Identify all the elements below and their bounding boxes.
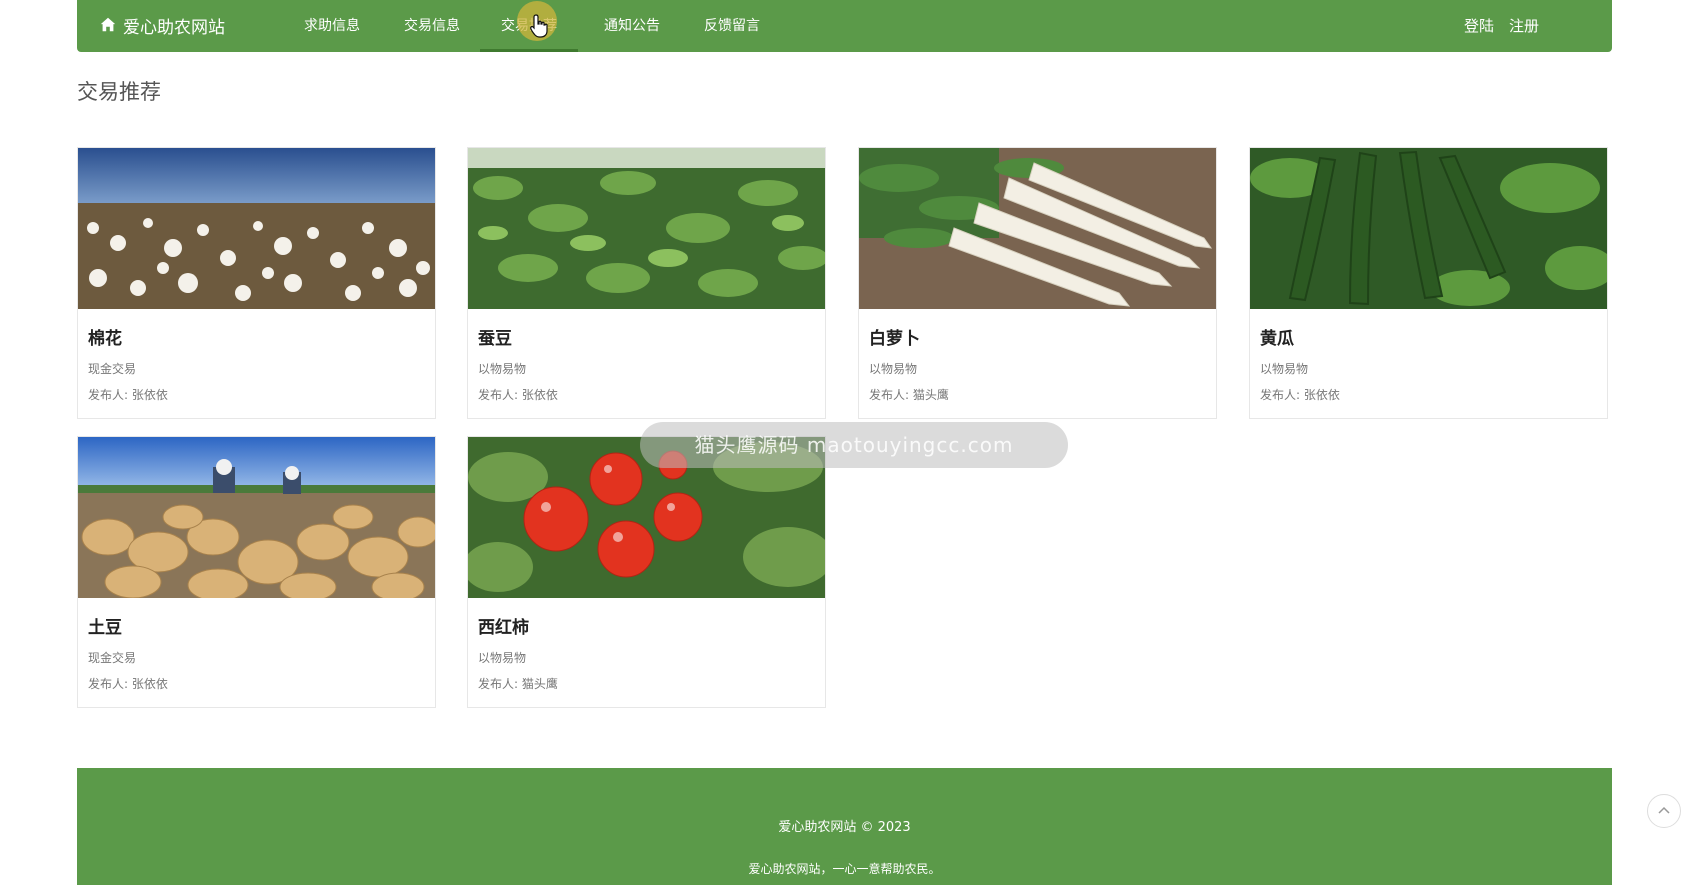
watermark-overlay: 猫头鹰源码 maotouyingcc.com	[640, 422, 1068, 468]
publisher-label: 发布人: 张依依	[88, 677, 168, 691]
white-radish-photo	[859, 148, 1216, 309]
login-link[interactable]: 登陆	[1464, 0, 1494, 52]
nav-notice[interactable]: 通知公告	[597, 0, 667, 52]
product-name: 蚕豆	[478, 329, 512, 349]
trade-type: 以物易物	[869, 362, 918, 376]
cucumber-vine-photo	[1250, 148, 1607, 309]
chevron-up-icon	[1658, 806, 1670, 814]
nav-trade-info[interactable]: 交易信息	[397, 0, 467, 52]
trade-type: 现金交易	[88, 651, 137, 665]
product-name: 土豆	[88, 618, 122, 638]
top-navbar: 爱心助农网站 求助信息 交易信息 交易推荐 通知公告 反馈留言 登陆 注册	[77, 0, 1612, 52]
product-name: 黄瓜	[1260, 329, 1294, 349]
trade-type: 以物易物	[1260, 362, 1309, 376]
product-card[interactable]: 蚕豆 以物易物 发布人: 张依依	[467, 147, 826, 419]
nav-help-info[interactable]: 求助信息	[297, 0, 367, 52]
home-icon	[100, 17, 116, 32]
publisher-label: 发布人: 张依依	[88, 388, 168, 402]
footer: 爱心助农网站 © 2023 爱心助农网站，一心一意帮助农民。	[77, 768, 1612, 885]
trade-type: 以物易物	[478, 362, 527, 376]
brand-logo[interactable]: 爱心助农网站	[99, 0, 225, 50]
footer-slogan: 爱心助农网站，一心一意帮助农民。	[748, 862, 941, 876]
back-to-top-button[interactable]	[1647, 794, 1681, 828]
product-name: 西红柿	[478, 618, 529, 638]
product-name: 棉花	[88, 329, 122, 349]
publisher-label: 发布人: 猫头鹰	[869, 388, 949, 402]
register-link[interactable]: 注册	[1509, 0, 1539, 52]
publisher-label: 发布人: 张依依	[478, 388, 558, 402]
publisher-label: 发布人: 张依依	[1260, 388, 1340, 402]
trade-type: 现金交易	[88, 362, 137, 376]
product-card[interactable]: 西红柿 以物易物 发布人: 猫头鹰	[467, 436, 826, 708]
product-card[interactable]: 棉花 现金交易 发布人: 张依依	[77, 147, 436, 419]
section-title: 交易推荐	[77, 80, 161, 104]
product-name: 白萝卜	[869, 329, 920, 349]
footer-copyright: 爱心助农网站 © 2023	[778, 820, 911, 835]
trade-type: 以物易物	[478, 651, 527, 665]
publisher-label: 发布人: 猫头鹰	[478, 677, 558, 691]
potato-harvest-photo	[78, 437, 435, 598]
product-card[interactable]: 黄瓜 以物易物 发布人: 张依依	[1249, 147, 1608, 419]
brand-name: 爱心助农网站	[123, 17, 225, 38]
broad-bean-plants-photo	[468, 148, 825, 309]
nav-feedback[interactable]: 反馈留言	[697, 0, 767, 52]
hand-cursor-icon	[530, 14, 548, 38]
product-card[interactable]: 土豆 现金交易 发布人: 张依依	[77, 436, 436, 708]
product-card[interactable]: 白萝卜 以物易物 发布人: 猫头鹰	[858, 147, 1217, 419]
cotton-field-photo	[78, 148, 435, 309]
